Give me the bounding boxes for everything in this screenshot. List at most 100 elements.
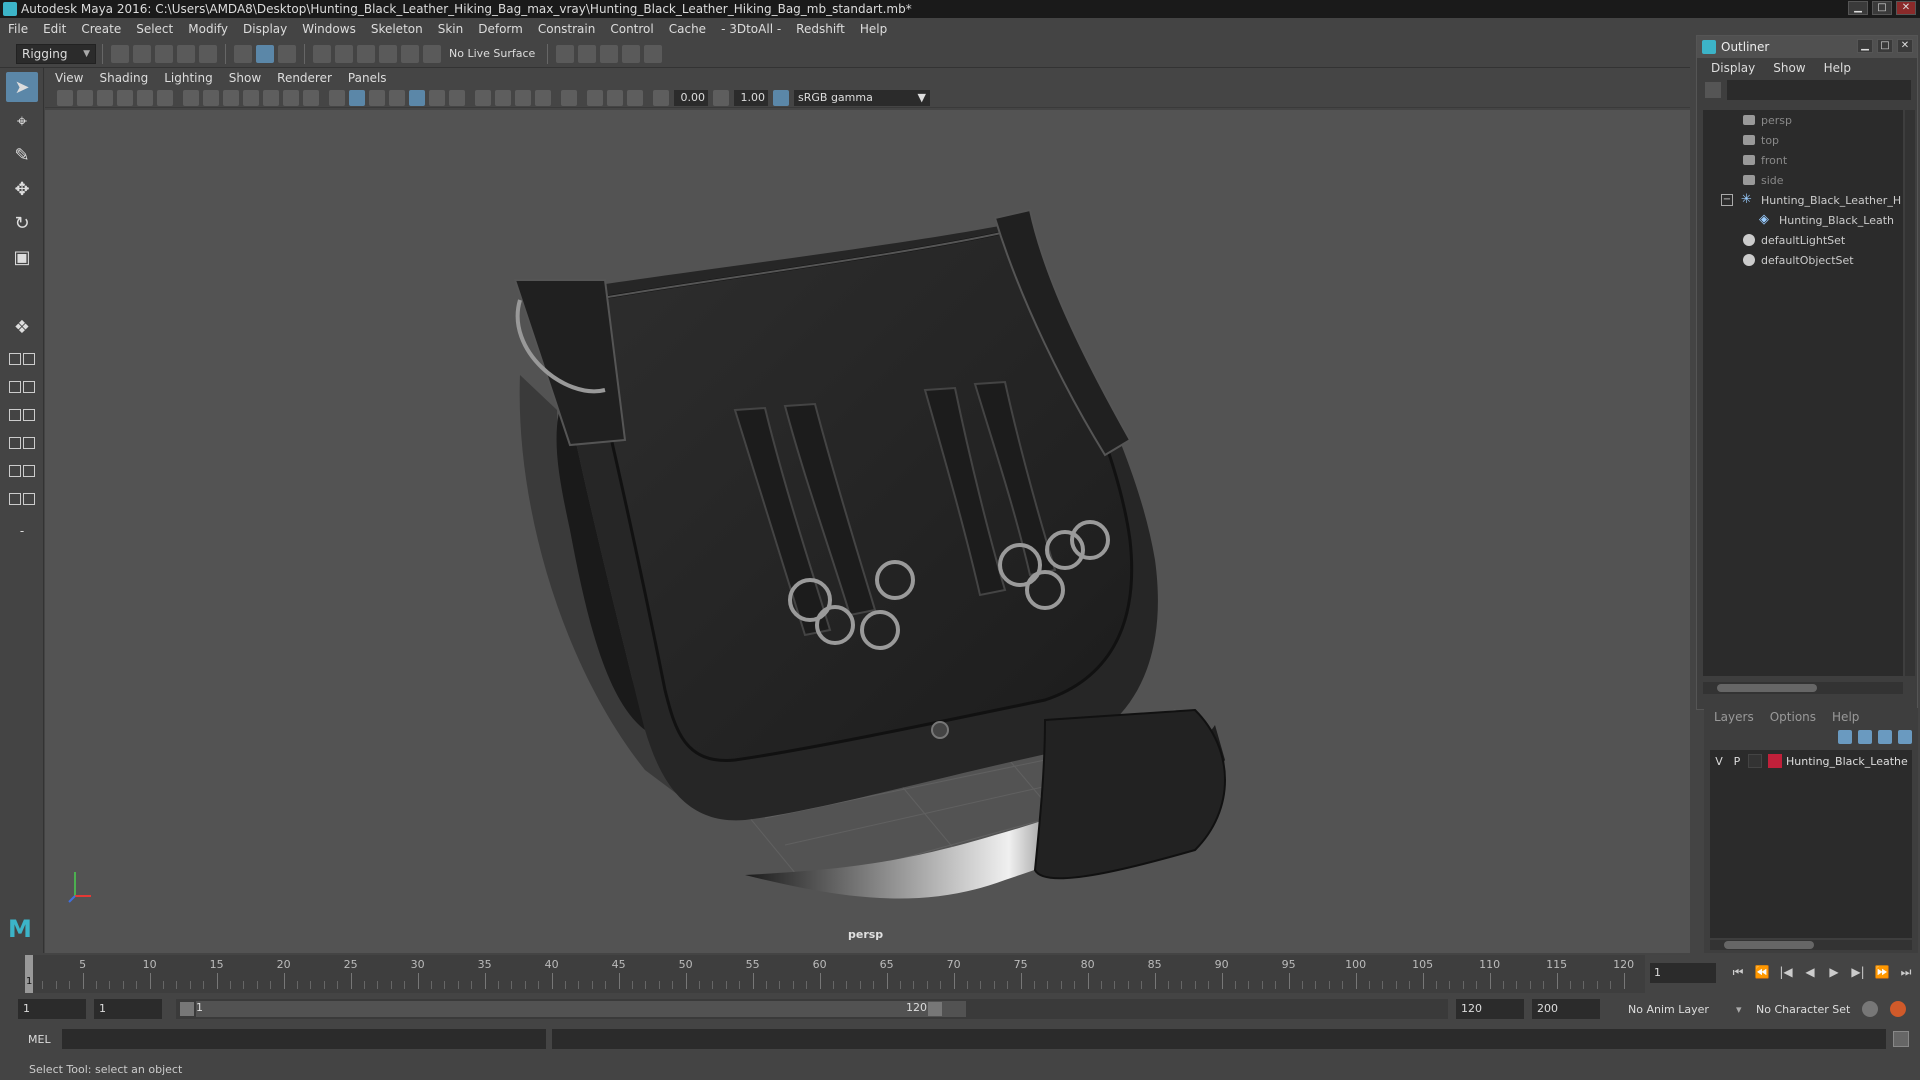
menu-redshift[interactable]: Redshift: [796, 22, 845, 36]
auto-key-icon[interactable]: [1862, 1001, 1878, 1017]
range-end-handle[interactable]: [928, 1002, 942, 1016]
menu-windows[interactable]: Windows: [302, 22, 356, 36]
outliner-item[interactable]: ◈ Hunting_Black_Leath: [1703, 210, 1903, 230]
menu-skeleton[interactable]: Skeleton: [371, 22, 423, 36]
lasso-tool-icon[interactable]: ⌖: [6, 106, 38, 136]
exposure-icon[interactable]: [653, 89, 669, 106]
bookmark-icon[interactable]: [97, 89, 113, 106]
snap-view-plane-icon[interactable]: [379, 44, 397, 63]
layer-color-swatch[interactable]: [1768, 754, 1782, 768]
live-surface-label[interactable]: No Live Surface: [449, 47, 535, 60]
menu-display[interactable]: Display: [243, 22, 287, 36]
rotate-tool-icon[interactable]: ↻: [6, 208, 38, 238]
hypershade-icon[interactable]: [644, 44, 663, 63]
menu-file[interactable]: File: [8, 22, 28, 36]
viewport-menu-renderer[interactable]: Renderer: [277, 71, 332, 85]
make-live-icon[interactable]: [423, 44, 441, 63]
3d-viewport[interactable]: persp: [45, 110, 1690, 953]
go-to-end-icon[interactable]: ⏭: [1898, 965, 1914, 980]
gate-mask-icon[interactable]: [243, 89, 259, 106]
undo-icon[interactable]: [177, 44, 195, 63]
ambient-occlusion-icon[interactable]: [475, 89, 491, 106]
graph-persp-layout-icon[interactable]: [6, 460, 38, 482]
menu-edit[interactable]: Edit: [43, 22, 66, 36]
select-by-object-icon[interactable]: [256, 44, 274, 63]
playhead[interactable]: 1: [25, 955, 33, 993]
camera-lock-icon[interactable]: [77, 89, 93, 106]
multisample-aa-icon[interactable]: [515, 89, 531, 106]
step-forward-frame-icon[interactable]: ▶|: [1850, 965, 1866, 980]
single-pane-layout-icon[interactable]: [6, 348, 38, 370]
render-current-frame-icon[interactable]: [578, 44, 597, 63]
script-language-label[interactable]: MEL: [28, 1033, 51, 1046]
gamma-icon[interactable]: [713, 89, 729, 106]
exposure-field[interactable]: 0.00: [674, 89, 708, 106]
menu-create[interactable]: Create: [81, 22, 121, 36]
select-by-component-icon[interactable]: [278, 44, 296, 63]
minimize-button[interactable]: ▁: [1848, 1, 1868, 15]
menu-control[interactable]: Control: [610, 22, 653, 36]
camera-attributes-icon[interactable]: [57, 89, 73, 106]
xray-joints-icon[interactable]: [627, 89, 643, 106]
two-pane-layout-icon[interactable]: [6, 404, 38, 426]
default-material-icon[interactable]: [369, 89, 385, 106]
character-set-dropdown[interactable]: No Character Set: [1756, 1003, 1850, 1016]
outliner-menu-help[interactable]: Help: [1824, 61, 1851, 75]
playback-toggle[interactable]: P: [1728, 755, 1746, 768]
isolate-select-icon[interactable]: [561, 89, 577, 106]
display-type-toggle[interactable]: [1748, 754, 1762, 768]
command-input[interactable]: [62, 1029, 546, 1049]
filter-icon[interactable]: [1705, 82, 1721, 98]
snap-surface-icon[interactable]: [401, 44, 419, 63]
outliner-item[interactable]: defaultObjectSet: [1703, 250, 1903, 270]
outliner-horizontal-scrollbar[interactable]: [1703, 682, 1903, 694]
outliner-item[interactable]: side: [1703, 170, 1903, 190]
2d-pan-zoom-icon[interactable]: [137, 89, 153, 106]
layer-menu-layers[interactable]: Layers: [1714, 710, 1754, 724]
safe-title-icon[interactable]: [303, 89, 319, 106]
select-tool-icon[interactable]: ➤: [6, 72, 38, 102]
motion-blur-icon[interactable]: [495, 89, 511, 106]
save-scene-icon[interactable]: [155, 44, 173, 63]
render-view-icon[interactable]: [556, 44, 575, 63]
layer-row[interactable]: V P Hunting_Black_Leathe: [1710, 750, 1912, 772]
move-layer-up-icon[interactable]: [1838, 730, 1852, 744]
range-slider[interactable]: 1 120: [176, 999, 1448, 1019]
new-layer-icon[interactable]: [1878, 730, 1892, 744]
menu-deform[interactable]: Deform: [478, 22, 523, 36]
maximize-button[interactable]: □: [1872, 1, 1892, 15]
viewport-menu-panels[interactable]: Panels: [348, 71, 387, 85]
ipr-render-icon[interactable]: [600, 44, 619, 63]
scale-tool-icon[interactable]: ▣: [6, 242, 38, 272]
time-ruler[interactable]: 5 10 15 20 25 30 35 40 45 50 55 60 65 70 75 80 85 90 95 100…: [25, 955, 1645, 993]
field-chart-icon[interactable]: [263, 89, 279, 106]
snap-point-icon[interactable]: [357, 44, 375, 63]
menu-cache[interactable]: Cache: [669, 22, 706, 36]
animation-preferences-icon[interactable]: [1890, 1001, 1906, 1017]
layer-horizontal-scrollbar[interactable]: [1710, 940, 1912, 950]
outliner-vertical-scrollbar[interactable]: [1905, 110, 1915, 676]
outliner-minimize-button[interactable]: ▁: [1857, 39, 1873, 53]
redo-icon[interactable]: [199, 44, 217, 63]
grid-icon[interactable]: [183, 89, 199, 106]
playback-start-field[interactable]: 1: [94, 999, 162, 1019]
viewport-menu-show[interactable]: Show: [229, 71, 261, 85]
outliner-persp-layout-icon[interactable]: [6, 432, 38, 454]
image-plane-icon[interactable]: [117, 89, 133, 106]
menu-modify[interactable]: Modify: [188, 22, 228, 36]
move-tool-icon[interactable]: ✥: [6, 174, 38, 204]
play-backwards-icon[interactable]: ◀: [1802, 965, 1818, 980]
move-layer-down-icon[interactable]: [1858, 730, 1872, 744]
step-back-key-icon[interactable]: ⏪: [1754, 965, 1770, 980]
menu-constrain[interactable]: Constrain: [538, 22, 596, 36]
outliner-item[interactable]: top: [1703, 130, 1903, 150]
color-management-icon[interactable]: [773, 89, 789, 106]
snap-grid-icon[interactable]: [313, 44, 331, 63]
smooth-shade-icon[interactable]: [349, 89, 365, 106]
snap-curve-icon[interactable]: [335, 44, 353, 63]
anim-layer-dropdown[interactable]: No Anim Layer: [1628, 1003, 1709, 1016]
open-scene-icon[interactable]: [133, 44, 151, 63]
play-forwards-icon[interactable]: ▶: [1826, 965, 1842, 980]
use-all-lights-icon[interactable]: [429, 89, 445, 106]
outliner-item[interactable]: − ✳ Hunting_Black_Leather_H: [1703, 190, 1903, 210]
